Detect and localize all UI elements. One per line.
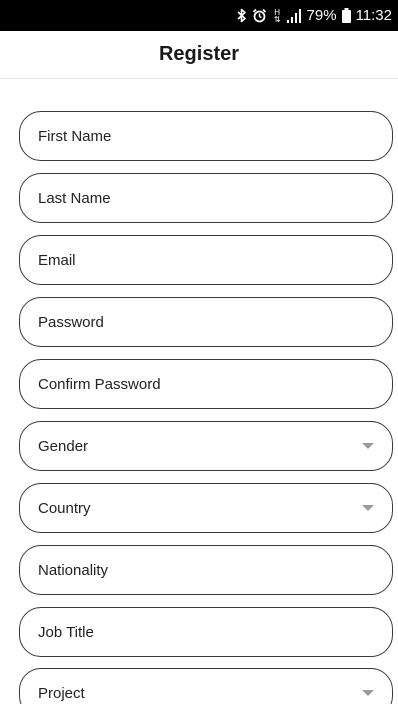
first-name-field[interactable]: First Name xyxy=(19,111,393,161)
country-placeholder: Country xyxy=(38,499,91,517)
last-name-field[interactable]: Last Name xyxy=(19,173,393,223)
email-placeholder: Email xyxy=(38,251,76,269)
country-select[interactable]: Country xyxy=(19,483,393,533)
status-bar: H ⇅ 79% 11:32 xyxy=(0,0,398,31)
job-title-field[interactable]: Job Title xyxy=(19,607,393,657)
last-name-placeholder: Last Name xyxy=(38,189,111,207)
battery-icon xyxy=(341,8,351,24)
first-name-placeholder: First Name xyxy=(38,127,112,145)
alarm-icon xyxy=(252,8,267,24)
page-title: Register xyxy=(158,43,240,65)
password-placeholder: Password xyxy=(38,313,104,331)
project-select[interactable]: Project xyxy=(19,668,393,704)
confirm-password-field[interactable]: Confirm Password xyxy=(19,359,393,409)
email-field[interactable]: Email xyxy=(19,235,393,285)
confirm-password-placeholder: Confirm Password xyxy=(38,375,161,393)
nationality-field[interactable]: Nationality xyxy=(19,545,393,595)
register-screen: H ⇅ 79% 11:32 Register First Name Last N xyxy=(0,0,398,704)
project-placeholder: Project xyxy=(38,684,85,702)
gender-select[interactable]: Gender xyxy=(19,421,393,471)
nationality-placeholder: Nationality xyxy=(38,561,109,579)
status-time: 11:32 xyxy=(355,7,392,24)
bluetooth-icon xyxy=(236,8,247,24)
dropdown-arrow-icon xyxy=(362,443,374,449)
network-arrows: ⇅ xyxy=(273,14,281,24)
app-bar: Register xyxy=(0,31,398,79)
battery-percent: 79% xyxy=(306,7,337,24)
signal-icon xyxy=(286,8,302,24)
password-field[interactable]: Password xyxy=(19,297,393,347)
hplus-network-icon: H ⇅ xyxy=(274,8,281,24)
gender-placeholder: Gender xyxy=(38,437,89,455)
dropdown-arrow-icon xyxy=(362,690,374,696)
dropdown-arrow-icon xyxy=(362,505,374,511)
job-title-placeholder: Job Title xyxy=(38,623,94,641)
